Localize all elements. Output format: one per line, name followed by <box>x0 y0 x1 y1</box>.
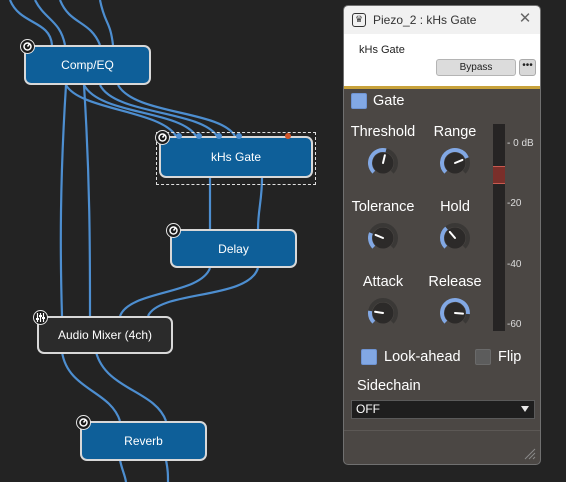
tolerance-knob[interactable] <box>367 222 399 254</box>
input-port[interactable] <box>216 133 222 139</box>
node-label: Audio Mixer (4ch) <box>57 328 153 342</box>
node-audio-mixer[interactable]: Audio Mixer (4ch) <box>33 310 173 354</box>
node-label: Reverb <box>124 434 163 448</box>
tolerance-label: Tolerance <box>351 199 415 215</box>
output-port[interactable] <box>285 133 291 139</box>
gate-checkbox[interactable] <box>351 93 367 109</box>
wire <box>58 0 102 46</box>
threshold-knob[interactable] <box>367 147 399 179</box>
attack-knob[interactable] <box>367 297 399 329</box>
lookahead-checkbox[interactable] <box>361 349 377 365</box>
preset-area: kHs Gate Bypass ••• <box>344 34 540 86</box>
input-port[interactable] <box>176 133 182 139</box>
wire <box>118 459 128 482</box>
more-options-button[interactable]: ••• <box>519 59 536 76</box>
chevron-down-icon <box>521 406 529 412</box>
sidechain-dropdown[interactable]: OFF <box>351 400 535 419</box>
node-comp-eq[interactable]: Comp/EQ <box>20 39 151 85</box>
node-reverb[interactable]: Reverb <box>76 415 207 461</box>
db-tick: - 0 dB <box>507 138 534 149</box>
threshold-marker[interactable] <box>493 166 505 184</box>
resize-grip-icon[interactable] <box>522 446 536 460</box>
dial-icon <box>76 415 91 430</box>
wire <box>256 177 264 230</box>
plugin-window: ♛ Piezo_2 : kHs Gate ✕ kHs Gate Bypass •… <box>343 5 541 465</box>
wire <box>83 84 197 137</box>
wire <box>8 0 54 46</box>
dial-icon <box>20 39 35 54</box>
range-label: Range <box>433 124 477 140</box>
accent-bar <box>344 86 540 89</box>
node-delay[interactable]: Delay <box>166 223 297 268</box>
bypass-button[interactable]: Bypass <box>436 59 516 76</box>
knob-pointer <box>454 312 464 315</box>
wire <box>59 84 68 317</box>
mixer-sliders-icon <box>33 310 48 325</box>
hold-knob[interactable] <box>439 222 471 254</box>
wire <box>82 84 92 317</box>
window-title: Piezo_2 : kHs Gate <box>373 13 477 27</box>
wire <box>65 84 177 137</box>
wire <box>118 267 212 317</box>
release-label: Release <box>428 274 482 290</box>
db-tick: -60 <box>507 319 522 330</box>
node-label: kHs Gate <box>210 150 261 164</box>
flip-label: Flip <box>498 349 522 365</box>
hold-label: Hold <box>440 199 470 215</box>
gate-label: Gate <box>373 93 405 109</box>
db-tick: -40 <box>507 259 522 270</box>
threshold-label: Threshold <box>350 124 416 140</box>
sidechain-value: OFF <box>356 402 380 416</box>
preset-name: kHs Gate <box>359 44 405 56</box>
wire <box>164 459 170 482</box>
wire <box>94 351 168 422</box>
release-knob[interactable] <box>439 297 471 329</box>
wire <box>60 351 122 422</box>
title-bar[interactable]: ♛ Piezo_2 : kHs Gate ✕ <box>344 6 540 34</box>
app-logo-icon: ♛ <box>352 13 366 27</box>
level-meter <box>493 124 505 331</box>
flip-checkbox[interactable] <box>475 349 491 365</box>
db-tick: -20 <box>507 198 522 209</box>
node-label: Delay <box>218 241 249 256</box>
dial-icon <box>166 223 181 238</box>
lookahead-label: Look-ahead <box>384 349 461 365</box>
sidechain-label: Sidechain <box>357 378 421 394</box>
node-khs-gate[interactable]: kHs Gate <box>155 130 313 178</box>
knob-pointer <box>374 310 384 314</box>
input-port[interactable] <box>196 133 202 139</box>
node-label: Comp/EQ <box>61 58 114 72</box>
dial-icon <box>155 130 170 145</box>
close-icon[interactable]: ✕ <box>518 11 532 26</box>
input-port[interactable] <box>236 133 242 139</box>
wire <box>98 0 115 46</box>
attack-label: Attack <box>362 274 404 290</box>
panel-footer <box>344 430 540 464</box>
range-knob[interactable] <box>439 147 471 179</box>
